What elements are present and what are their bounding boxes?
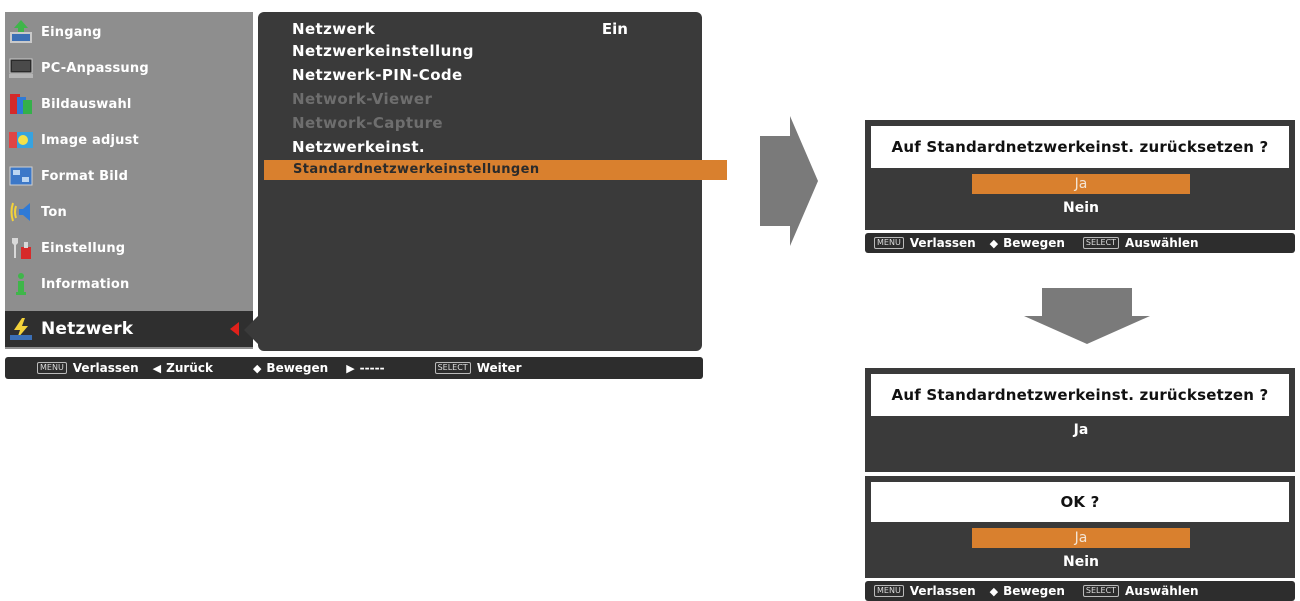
main-menu-panel: Eingang PC-Anpassung Bildauswahl Image a… — [5, 12, 253, 349]
menu-item-label: PC-Anpassung — [41, 60, 149, 76]
submenu-item-netzwerk[interactable]: Netzwerk — [292, 18, 375, 40]
dialog-question: Auf Standardnetzwerkeinst. zurücksetzen … — [871, 374, 1289, 416]
continue-hint: Weiter — [476, 361, 522, 375]
select-hint: Auswählen — [1125, 236, 1199, 250]
submenu-item-network-viewer: Network-Viewer — [292, 90, 433, 108]
next-hint: ----- — [359, 361, 385, 375]
exit-hint: Verlassen — [909, 584, 976, 598]
menu-item-label: Information — [41, 276, 130, 292]
move-hint: Bewegen — [266, 361, 329, 375]
confirm-option-ja[interactable]: Ja — [972, 528, 1190, 548]
menu-item-eingang[interactable]: Eingang — [5, 14, 253, 50]
setting-icon — [12, 238, 31, 259]
menu-item-einstellung[interactable]: Einstellung — [5, 230, 253, 266]
menu-item-bildauswahl[interactable]: Bildauswahl — [5, 86, 253, 122]
arrow-right-icon — [760, 116, 818, 246]
menu-item-netzwerk[interactable]: Netzwerk — [5, 311, 253, 347]
screen-format-icon — [9, 166, 33, 186]
select-key-icon: SELECT — [434, 362, 471, 374]
submenu-item-standardnetzwerkeinstellungen[interactable]: Standardnetzwerkeinstellungen — [264, 160, 727, 180]
submenu-item-netzwerkeinst[interactable]: Netzwerkeinst. — [292, 136, 425, 158]
menu-item-label: Bildauswahl — [41, 96, 132, 112]
menu-key-icon: MENU — [874, 585, 904, 597]
submenu-item-netzwerkeinstellung[interactable]: Netzwerkeinstellung — [292, 40, 474, 62]
menu-item-label: Eingang — [41, 24, 102, 40]
answer-ja: Ja — [1073, 422, 1089, 438]
back-icon: ◀ — [152, 361, 162, 375]
menu-item-label: Image adjust — [41, 132, 139, 148]
move-icon: ◆ — [989, 584, 999, 598]
input-icon — [10, 20, 32, 43]
menu-item-label: Ton — [41, 204, 67, 220]
menu-item-pc-anpassung[interactable]: PC-Anpassung — [5, 50, 253, 86]
dialog1-statusbar: MENU Verlassen ◆ Bewegen SELECT Auswähle… — [865, 233, 1295, 253]
confirm-option-nein[interactable]: Nein — [972, 552, 1190, 572]
move-hint: Bewegen — [1003, 584, 1065, 598]
menu-item-ton[interactable]: Ton — [5, 194, 253, 230]
exit-hint: Verlassen — [72, 361, 139, 375]
image-select-icon — [10, 94, 32, 114]
dialog2-statusbar: MENU Verlassen ◆ Bewegen SELECT Auswähle… — [865, 581, 1295, 601]
pc-adjust-icon — [9, 58, 33, 78]
next-icon: ▶ — [346, 361, 355, 375]
netzwerk-value: Ein — [601, 20, 628, 38]
back-hint: Zurück — [166, 361, 213, 375]
menu-key-icon: MENU — [37, 362, 67, 374]
move-icon: ◆ — [252, 361, 262, 375]
select-key-icon: SELECT — [1082, 237, 1120, 249]
option-ja[interactable]: Ja — [972, 174, 1190, 194]
active-notch — [244, 316, 258, 344]
arrow-down-icon — [1024, 288, 1150, 344]
dialog-question: Auf Standardnetzwerkeinst. zurücksetzen … — [871, 126, 1289, 168]
sound-icon — [10, 202, 30, 222]
confirm-dialog: OK ? Ja Nein — [865, 476, 1295, 578]
menu-item-image-adjust[interactable]: Image adjust — [5, 122, 253, 158]
option-nein[interactable]: Nein — [972, 198, 1190, 218]
menu-item-format-bild[interactable]: Format Bild — [5, 158, 253, 194]
move-hint: Bewegen — [1003, 236, 1065, 250]
reset-dialog-answered: Auf Standardnetzwerkeinst. zurücksetzen … — [865, 368, 1295, 472]
information-icon — [16, 273, 26, 295]
menu-item-information[interactable]: Information — [5, 266, 253, 302]
submenu-item-network-capture: Network-Capture — [292, 114, 443, 132]
menu-item-label: Format Bild — [41, 168, 129, 184]
select-hint: Auswählen — [1125, 584, 1199, 598]
menu-key-icon: MENU — [874, 237, 904, 249]
reset-dialog: Auf Standardnetzwerkeinst. zurücksetzen … — [865, 120, 1295, 230]
confirm-question: OK ? — [871, 482, 1289, 522]
submenu-item-netzwerk-pin-code[interactable]: Netzwerk-PIN-Code — [292, 64, 463, 86]
select-key-icon: SELECT — [1082, 585, 1120, 597]
image-adjust-icon — [9, 132, 33, 148]
active-pointer-icon — [230, 322, 239, 336]
move-icon: ◆ — [989, 236, 999, 250]
main-statusbar: MENU Verlassen ◀ Zurück ◆ Bewegen ▶ ----… — [5, 357, 703, 379]
network-icon — [10, 318, 32, 340]
menu-item-label: Netzwerk — [41, 319, 134, 339]
menu-item-label: Einstellung — [41, 240, 126, 256]
submenu-panel: Netzwerk Ein Netzwerkeinstellung Netzwer… — [258, 12, 727, 351]
exit-hint: Verlassen — [909, 236, 976, 250]
